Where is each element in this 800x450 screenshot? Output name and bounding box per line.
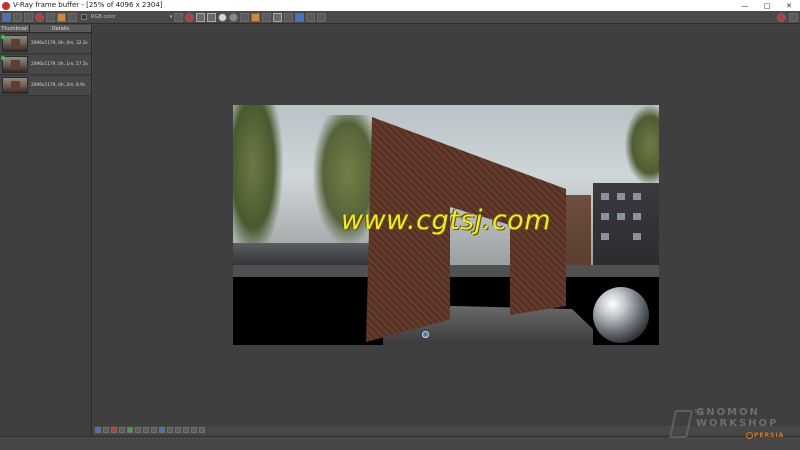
red-channel-icon[interactable] (185, 12, 195, 22)
monochrome-icon[interactable] (229, 12, 239, 22)
render-complete-icon (1, 35, 5, 39)
clear-icon[interactable] (240, 12, 250, 22)
pixel-aspect-icon[interactable] (135, 427, 141, 433)
logo-persia: PERSIA (754, 432, 785, 439)
building-window (601, 193, 609, 200)
color-corrections-icon[interactable] (57, 12, 66, 22)
vray-frame-buffer-window: V-Ray frame buffer - [25% of 4096 x 2304… (0, 0, 800, 450)
lut-icon[interactable] (95, 427, 101, 433)
green-channel-icon[interactable] (196, 12, 206, 22)
follow-mouse-icon[interactable] (273, 12, 283, 22)
building-window (617, 193, 625, 200)
track-mouse-icon[interactable] (174, 12, 184, 22)
stop-render-icon[interactable] (777, 13, 786, 22)
channel-dropdown-arrow-icon[interactable]: ▾ (170, 14, 173, 20)
link-to-mtl-editor-icon[interactable] (284, 12, 294, 22)
settings-icon[interactable] (199, 427, 205, 433)
duplicate-to-mtl-icon[interactable] (46, 12, 55, 22)
gnomon-workshop-logo: THE GNOMON WORKSHOP PERSIA (669, 404, 798, 444)
history-toggle-icon[interactable] (2, 12, 11, 22)
history-details: 2096x1179, 0h, 2m, 8.9s (31, 83, 86, 88)
history-header: Thumbnail Details (0, 25, 91, 33)
gnomon-mark-icon (669, 410, 693, 438)
history-thumbnail (2, 56, 28, 73)
history-thumbnail (2, 77, 28, 94)
stamp-icon[interactable] (159, 427, 165, 433)
frame-icon[interactable] (151, 427, 157, 433)
render-last-icon[interactable] (317, 12, 327, 22)
render-history-panel: Thumbnail Details 2096x1179, 0h, 0m, 32.… (0, 25, 92, 436)
history-details: 2096x1179, 0h, 0m, 32.2s (31, 41, 88, 46)
thumbnail-column-header[interactable]: Thumbnail (0, 25, 30, 32)
stereo-icon[interactable] (306, 12, 316, 22)
ab-vertical-icon[interactable] (175, 427, 181, 433)
srgb-icon[interactable] (127, 427, 133, 433)
region-marker-icon (422, 331, 429, 338)
watermark-text: www.cgtsj.com (341, 205, 551, 236)
ab-horizontal-icon[interactable] (183, 427, 189, 433)
logo-gnomon: GNOMON (696, 407, 760, 418)
rendered-image[interactable]: www.cgtsj.com (233, 105, 659, 345)
minimize-button[interactable]: — (734, 0, 756, 11)
maximize-button[interactable]: □ (756, 0, 778, 11)
clear-image-icon[interactable] (35, 12, 44, 22)
backplate-tree-right (625, 105, 659, 185)
view-alpha-icon[interactable] (218, 12, 228, 22)
history-item[interactable]: 2096x1179, 0h, 0m, 32.2s (0, 34, 91, 54)
icc-icon[interactable] (119, 427, 125, 433)
history-details: 2096x1179, 0h, 1m, 57.5s (31, 62, 88, 67)
vray-logo-icon (2, 1, 10, 10)
display-correction-icon[interactable] (68, 12, 77, 22)
window-title: V-Ray frame buffer - [25% of 4096 x 2304… (13, 1, 163, 9)
backplate-parked-cars (233, 243, 373, 267)
toolbar-right-group (774, 13, 798, 22)
persia-logo-icon (746, 432, 753, 439)
save-image-icon[interactable] (13, 12, 22, 22)
window-controls: — □ ✕ (734, 0, 800, 11)
main-toolbar: RGB color ▾ (0, 11, 800, 24)
history-item[interactable]: 2096x1179, 0h, 2m, 8.9s (0, 76, 91, 96)
chrome-reference-ball (593, 287, 649, 343)
open-image-icon[interactable] (251, 12, 261, 22)
lens-effects-icon[interactable] (295, 12, 305, 22)
history-thumbnail (2, 35, 28, 52)
history-item[interactable]: 2096x1179, 0h, 1m, 57.5s (0, 55, 91, 75)
render-complete-icon (1, 56, 5, 60)
channel-selector[interactable]: RGB color (91, 14, 116, 20)
compare-icon[interactable] (167, 427, 173, 433)
show-channel-checkbox[interactable] (81, 14, 87, 20)
title-bar[interactable]: V-Ray frame buffer - [25% of 4096 x 2304… (0, 0, 800, 11)
exposure-icon[interactable] (103, 427, 109, 433)
region-render-icon[interactable] (262, 12, 272, 22)
close-button[interactable]: ✕ (778, 0, 800, 11)
ocio-icon[interactable] (111, 427, 117, 433)
building-window (633, 193, 641, 200)
history-options-icon[interactable] (191, 427, 197, 433)
zoom-icon[interactable] (143, 427, 149, 433)
render-viewport[interactable]: www.cgtsj.com (93, 25, 800, 426)
details-column-header[interactable]: Details (30, 25, 91, 32)
logo-workshop: WORKSHOP (696, 418, 779, 429)
render-icon[interactable] (789, 13, 798, 22)
blue-channel-icon[interactable] (207, 12, 217, 22)
save-all-icon[interactable] (24, 12, 33, 22)
